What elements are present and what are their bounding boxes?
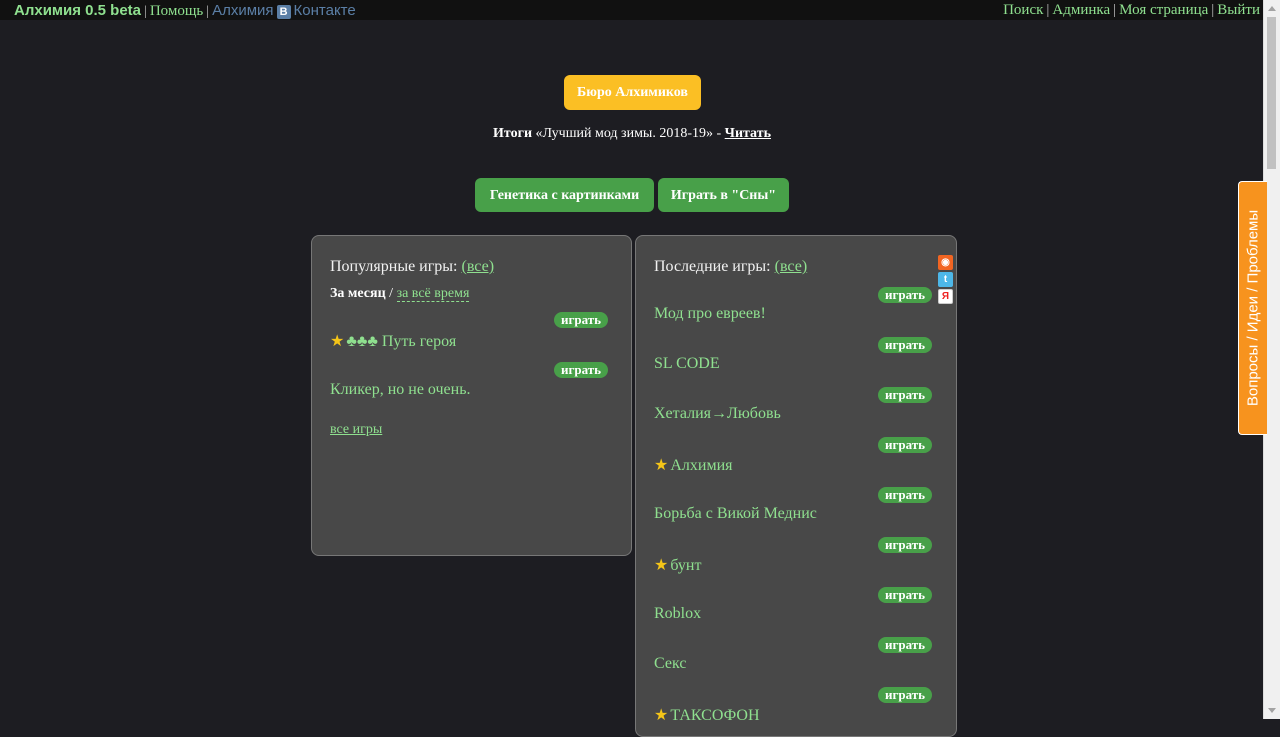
game-item[interactable]: Мод про евреев!: [654, 305, 766, 323]
results-announcement: Итоги «Лучший мод зимы. 2018-19» - Читат…: [0, 126, 1264, 142]
play-button[interactable]: играть: [878, 387, 933, 403]
results-label: Итоги: [493, 126, 533, 141]
play-button[interactable]: играть: [878, 437, 933, 453]
play-button[interactable]: играть: [878, 487, 933, 503]
scroll-up-arrow-icon[interactable]: [1268, 6, 1276, 11]
latest-title-text: Последние игры:: [654, 258, 771, 275]
popular-games-title: Популярные игры: (все): [330, 258, 494, 276]
play-dreams-button[interactable]: Играть в "Сны": [658, 178, 789, 212]
vk-logo-icon: В: [276, 5, 291, 19]
topbar-right: Поиск | Админка | Моя страница | Выйти: [1003, 2, 1260, 19]
play-button[interactable]: играть: [554, 312, 609, 328]
top-navigation-bar: Алхимия 0.5 beta | Помощь | Алхимия В Контакте…: [0, 0, 1264, 20]
period-filter: За месяц / за всё время: [330, 286, 470, 302]
game-item[interactable]: Секс: [654, 655, 686, 673]
clubs-icon: ♣♣♣: [346, 333, 378, 350]
game-item[interactable]: ★ ♣♣♣ Путь героя: [330, 331, 456, 351]
yandex-icon[interactable]: Я: [938, 289, 953, 304]
vk-suffix: Контакте: [293, 2, 356, 19]
logout-link[interactable]: Выйти: [1217, 2, 1260, 18]
admin-link[interactable]: Админка: [1052, 2, 1110, 18]
search-link[interactable]: Поиск: [1003, 2, 1043, 18]
separator: |: [206, 4, 210, 19]
brand-link[interactable]: Алхимия 0.5 beta: [14, 2, 141, 19]
help-link[interactable]: Помощь: [150, 3, 203, 19]
play-button[interactable]: играть: [878, 337, 933, 353]
game-title: Путь героя: [381, 333, 457, 350]
twitter-icon[interactable]: t: [938, 272, 953, 287]
game-title: Борьба с Викой Меднис: [654, 505, 817, 522]
game-title: Хеталия→Любовь: [654, 405, 781, 422]
game-title: Мод про евреев!: [654, 305, 766, 322]
play-button[interactable]: играть: [878, 687, 933, 703]
topbar-left: Алхимия 0.5 beta | Помощь | Алхимия В Контакте: [14, 2, 356, 20]
latest-games-title: Последние игры: (все): [654, 258, 807, 276]
latest-games-panel: Последние игры: (все) играть Мод про евр…: [635, 235, 957, 737]
play-button[interactable]: играть: [878, 637, 933, 653]
separator: |: [1211, 2, 1215, 18]
rss-icon[interactable]: ◉: [938, 255, 953, 270]
feedback-tab[interactable]: Вопросы / Идеи / Проблемы: [1238, 181, 1267, 435]
alchemists-bureau-button[interactable]: Бюро Алхимиков: [564, 75, 701, 110]
game-item[interactable]: Хеталия→Любовь: [654, 405, 781, 423]
vk-prefix: Алхимия: [212, 2, 274, 19]
separator: |: [1046, 2, 1050, 18]
play-button[interactable]: играть: [878, 587, 933, 603]
my-page-link[interactable]: Моя страница: [1119, 2, 1208, 18]
scroll-thumb[interactable]: [1267, 17, 1276, 169]
all-games-link[interactable]: все игры: [330, 422, 382, 438]
period-all-time[interactable]: за всё время: [396, 286, 470, 302]
popular-all-link[interactable]: (все): [462, 258, 495, 275]
popular-games-panel: Популярные игры: (все) За месяц / за всё…: [311, 235, 632, 556]
play-button[interactable]: играть: [554, 362, 609, 378]
scroll-down-arrow-icon[interactable]: [1268, 708, 1276, 713]
star-icon: ★: [654, 557, 669, 574]
popular-title-text: Популярные игры:: [330, 258, 458, 275]
game-title: ТАКСОФОН: [670, 707, 760, 724]
game-item[interactable]: ★ ТАКСОФОН: [654, 705, 760, 725]
game-item[interactable]: ★ бунт: [654, 555, 701, 575]
separator: |: [1113, 2, 1117, 18]
play-button[interactable]: играть: [878, 537, 933, 553]
play-button[interactable]: играть: [878, 287, 933, 303]
game-item[interactable]: SL CODE: [654, 355, 720, 373]
game-item[interactable]: ★ Алхимия: [654, 455, 733, 475]
game-title: Кликер, но не очень.: [330, 381, 471, 398]
vk-link[interactable]: Алхимия В Контакте: [212, 2, 356, 19]
star-icon: ★: [654, 457, 669, 474]
latest-all-link[interactable]: (все): [775, 258, 808, 275]
separator: |: [144, 4, 147, 19]
game-title: SL CODE: [654, 355, 720, 372]
game-item[interactable]: Борьба с Викой Меднис: [654, 505, 817, 523]
genetics-button[interactable]: Генетика с картинками: [475, 178, 654, 212]
star-icon: ★: [330, 333, 345, 350]
results-text: «Лучший мод зимы. 2018-19» -: [535, 126, 722, 141]
game-title: бунт: [670, 557, 702, 574]
game-title: Алхимия: [670, 457, 733, 474]
game-title: Секс: [654, 655, 687, 672]
game-title: Roblox: [654, 605, 702, 622]
game-item[interactable]: Кликер, но не очень.: [330, 381, 471, 399]
star-icon: ★: [654, 707, 669, 724]
period-month[interactable]: За месяц: [330, 286, 386, 301]
subscribe-icons: ◉ t Я: [938, 255, 954, 306]
read-link[interactable]: Читать: [725, 126, 771, 141]
game-item[interactable]: Roblox: [654, 605, 701, 623]
feedback-tab-label: Вопросы / Идеи / Проблемы: [1244, 209, 1262, 407]
period-separator: /: [389, 286, 394, 301]
